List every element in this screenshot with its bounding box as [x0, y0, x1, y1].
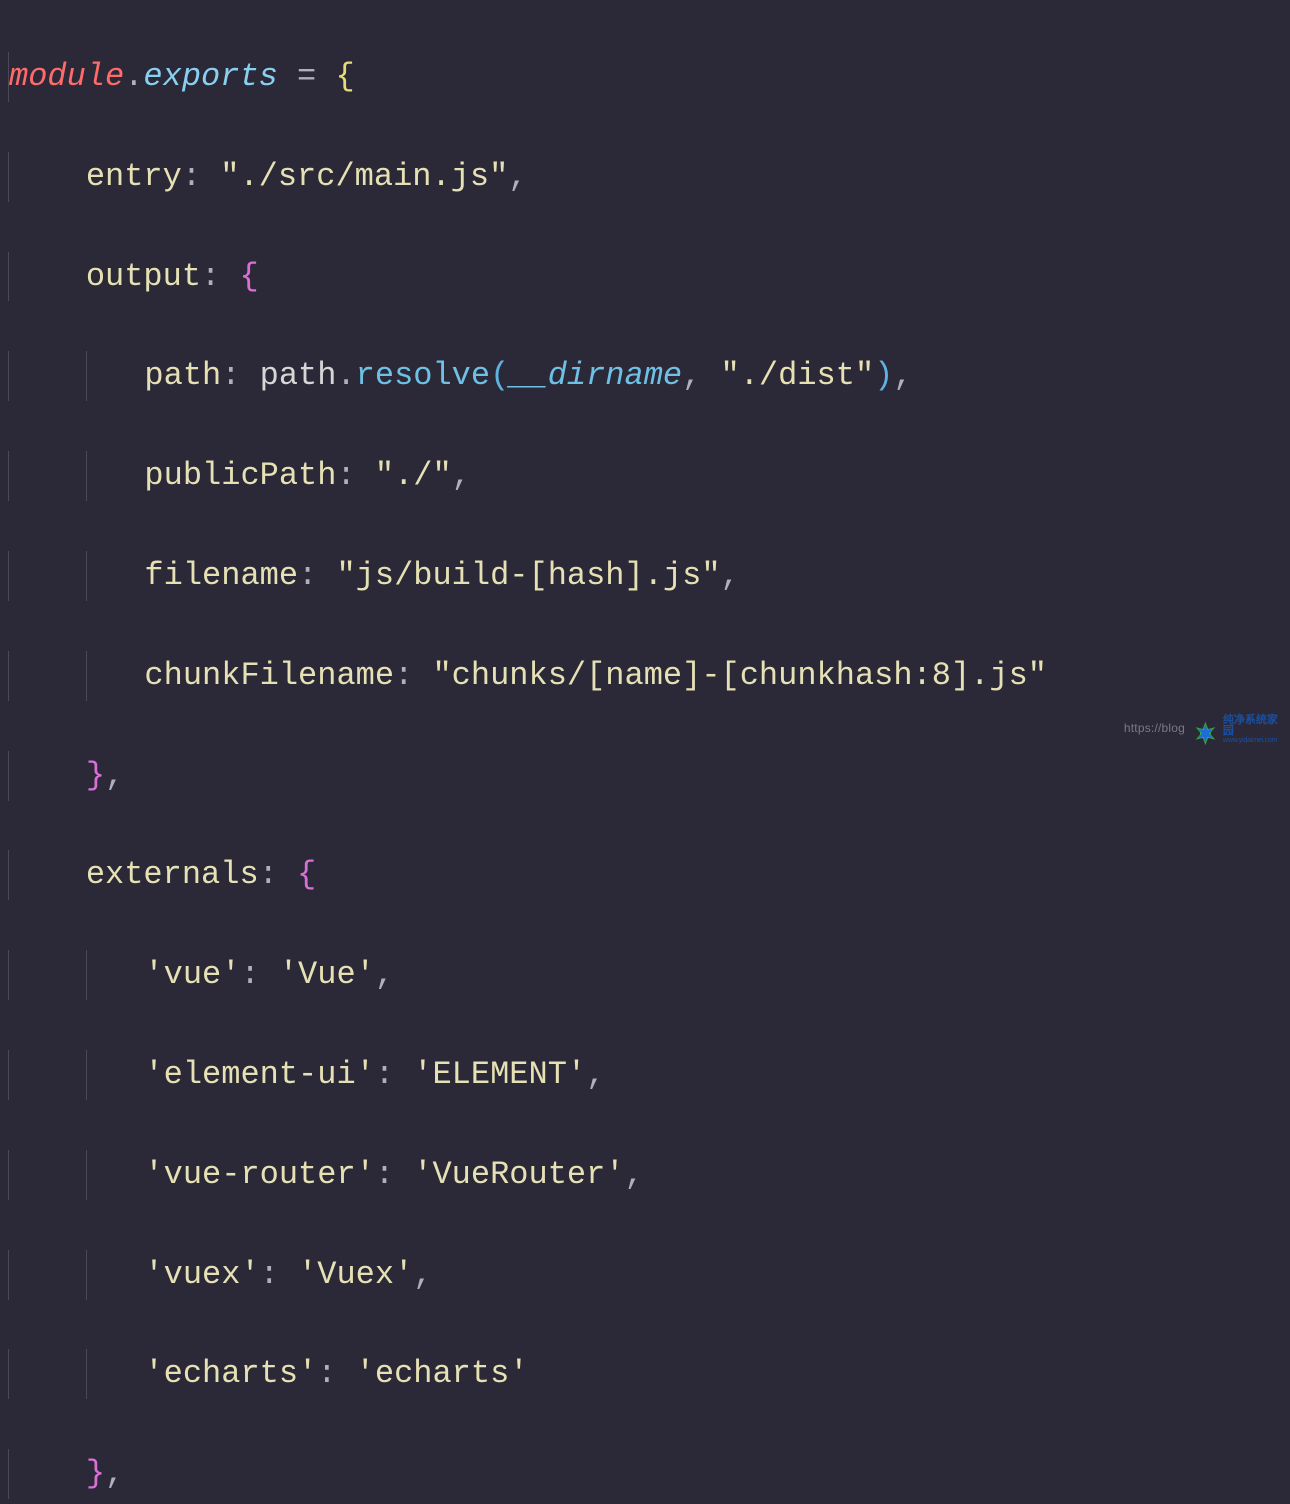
token-string: "chunks/[name]-[chunkhash:8].js" [432, 657, 1047, 694]
token-property: publicPath [144, 457, 336, 494]
code-line: output: { [8, 252, 1290, 302]
code-line: 'vue-router': 'VueRouter', [8, 1150, 1290, 1200]
token-string: 'VueRouter' [413, 1156, 624, 1193]
token-string: 'vue-router' [144, 1156, 374, 1193]
token-comma: , [893, 357, 912, 394]
token-brace: } [86, 1455, 105, 1492]
logo-brand-url: www.yidaimei.com [1223, 737, 1282, 744]
token-colon: : [298, 557, 336, 594]
token-paren: ) [874, 357, 893, 394]
token-colon: : [240, 956, 278, 993]
token-string: 'Vue' [279, 956, 375, 993]
token-comma: , [105, 1455, 124, 1492]
token-property: chunkFilename [144, 657, 394, 694]
token-function: resolve [356, 357, 490, 394]
token-operator: = [278, 58, 336, 95]
token-colon: : [182, 158, 220, 195]
token-property: output [86, 258, 201, 295]
code-line: }, [8, 751, 1290, 801]
token-string: 'element-ui' [144, 1056, 374, 1093]
token-colon: : [221, 357, 259, 394]
token-comma: , [508, 158, 527, 195]
code-line: externals: { [8, 850, 1290, 900]
token-brace: { [335, 58, 354, 95]
watermark-url: https://blog [1124, 719, 1185, 738]
code-line: publicPath: "./", [8, 451, 1290, 501]
token-colon: : [201, 258, 239, 295]
token-colon: : [336, 457, 374, 494]
token-colon: : [394, 657, 432, 694]
token-property: externals [86, 856, 259, 893]
code-line: filename: "js/build-[hash].js", [8, 551, 1290, 601]
code-line: chunkFilename: "chunks/[name]-[chunkhash… [8, 651, 1290, 701]
token-colon: : [375, 1056, 413, 1093]
token-string: 'echarts' [144, 1355, 317, 1392]
token-brace: { [297, 856, 316, 893]
token-keyword: module [9, 58, 124, 95]
logo-text: 纯净系统家园 www.yidaimei.com [1223, 715, 1282, 744]
token-variable: __dirname [509, 357, 682, 394]
token-colon: : [260, 1256, 298, 1293]
token-string: "js/build-[hash].js" [336, 557, 720, 594]
token-property: path [144, 357, 221, 394]
token-comma: , [682, 357, 720, 394]
token-dot: . [336, 357, 355, 394]
token-colon: : [375, 1156, 413, 1193]
token-paren: ( [490, 357, 509, 394]
code-editor: module.exports = { entry: "./src/main.js… [0, 0, 1290, 1504]
token-string: "./" [375, 457, 452, 494]
token-comma: , [721, 557, 740, 594]
code-line: }, [8, 1449, 1290, 1499]
token-comma: , [375, 956, 394, 993]
token-dot: . [124, 58, 143, 95]
token-comma: , [586, 1056, 605, 1093]
code-line: 'vue': 'Vue', [8, 950, 1290, 1000]
code-line: 'vuex': 'Vuex', [8, 1250, 1290, 1300]
code-line: module.exports = { [8, 52, 1290, 102]
token-property: filename [144, 557, 298, 594]
token-property: entry [86, 158, 182, 195]
code-line: entry: "./src/main.js", [8, 152, 1290, 202]
watermark-logo: 纯净系统家园 www.yidaimei.com [1192, 712, 1282, 746]
code-line: 'echarts': 'echarts' [8, 1349, 1290, 1399]
code-line: 'element-ui': 'ELEMENT', [8, 1050, 1290, 1100]
token-comma: , [625, 1156, 644, 1193]
token-string: 'echarts' [356, 1355, 529, 1392]
token-string: 'ELEMENT' [413, 1056, 586, 1093]
token-string: "./src/main.js" [220, 158, 508, 195]
token-string: "./dist" [721, 357, 875, 394]
token-string: 'vuex' [144, 1256, 259, 1293]
code-line: path: path.resolve(__dirname, "./dist"), [8, 351, 1290, 401]
token-colon: : [259, 856, 297, 893]
token-brace: { [239, 258, 258, 295]
token-comma: , [452, 457, 471, 494]
logo-burst-icon [1192, 714, 1219, 744]
token-string: 'vue' [144, 956, 240, 993]
token-colon: : [317, 1355, 355, 1392]
token-property: exports [143, 58, 277, 95]
token-comma: , [105, 757, 124, 794]
token-brace: } [86, 757, 105, 794]
token-identifier: path [260, 357, 337, 394]
token-comma: , [413, 1256, 432, 1293]
token-string: 'Vuex' [298, 1256, 413, 1293]
logo-brand-name: 纯净系统家园 [1223, 715, 1282, 737]
